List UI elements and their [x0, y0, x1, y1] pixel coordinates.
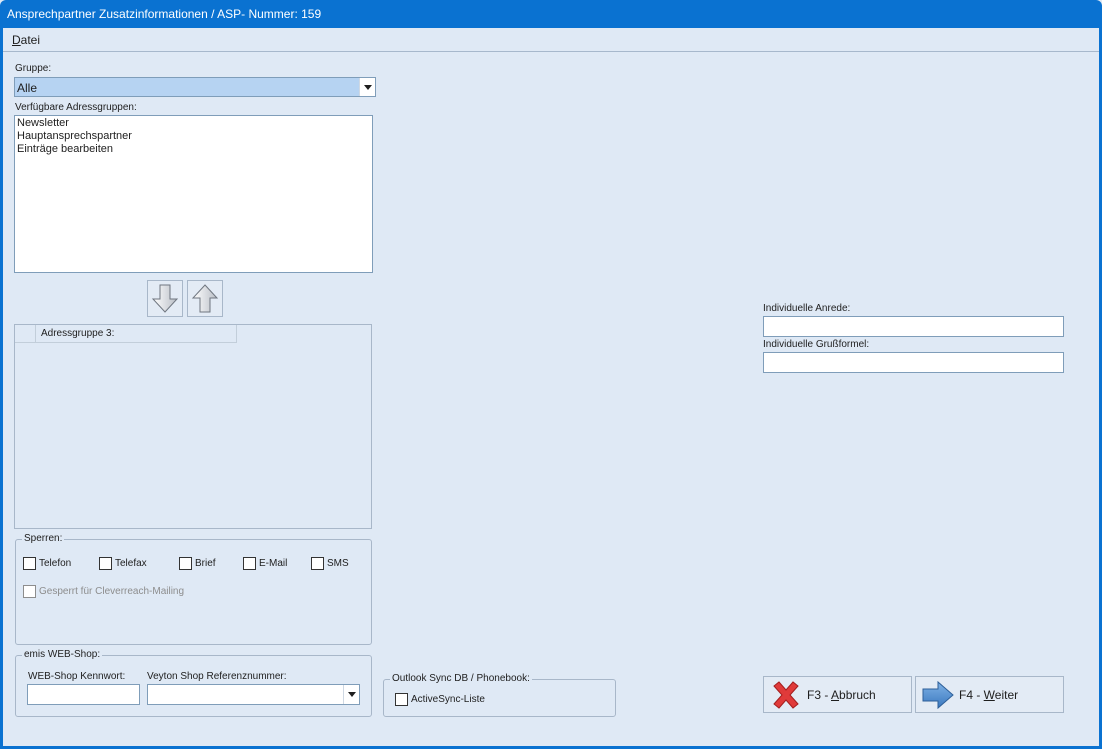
shop-reference-label: Veyton Shop Referenznummer: — [147, 671, 287, 682]
cancel-accelerator: A — [831, 687, 840, 702]
dropdown-arrow-icon[interactable] — [359, 78, 375, 96]
title-bar: Ansprechpartner Zusatzinformationen / AS… — [0, 0, 1102, 28]
webshop-password-field[interactable] — [27, 684, 140, 705]
telefax-checkbox[interactable]: Telefax — [99, 557, 147, 570]
move-up-button[interactable] — [187, 280, 223, 317]
arrow-up-icon — [191, 284, 219, 313]
menu-bar: Datei — [3, 28, 1099, 52]
salutation-label: Individuelle Anrede: — [763, 303, 851, 314]
activesync-label: ActiveSync-Liste — [411, 694, 485, 705]
list-item[interactable]: Einträge bearbeiten — [17, 143, 370, 156]
email-checkbox[interactable]: E-Mail — [243, 557, 287, 570]
greeting-label: Individuelle Grußformel: — [763, 339, 870, 350]
arrow-down-icon — [151, 284, 179, 313]
activesync-checkbox[interactable]: ActiveSync-Liste — [395, 693, 485, 706]
arrow-right-icon — [922, 680, 954, 709]
email-label: E-Mail — [259, 558, 288, 569]
sperren-legend: Sperren: — [22, 533, 65, 544]
sms-label: SMS — [327, 558, 349, 569]
list-item[interactable]: Newsletter — [17, 117, 370, 130]
window-title: Ansprechpartner Zusatzinformationen / AS… — [7, 7, 322, 21]
grid-column-header[interactable]: Adressgruppe 3: — [36, 325, 237, 343]
sms-checkbox[interactable]: SMS — [311, 557, 349, 570]
telefon-label: Telefon — [39, 558, 72, 569]
cleverreach-label: Gesperrt für Cleverreach-Mailing — [39, 586, 185, 597]
salutation-field[interactable] — [763, 316, 1064, 337]
group-label: Gruppe: — [15, 63, 52, 74]
greeting-field[interactable] — [763, 352, 1064, 373]
list-item[interactable]: Hauptansprechspartner — [17, 130, 370, 143]
outlook-legend: Outlook Sync DB / Phonebook: — [390, 673, 532, 684]
cancel-prefix: F3 - — [807, 687, 832, 702]
available-groups-label: Verfügbare Adressgruppen: — [15, 102, 137, 113]
next-prefix: F4 - — [959, 687, 984, 702]
brief-checkbox[interactable]: Brief — [179, 557, 216, 570]
webshop-legend: emis WEB-Shop: — [22, 649, 103, 660]
menu-file-accelerator: D — [12, 33, 21, 47]
menu-file[interactable]: Datei — [12, 33, 40, 47]
telefon-checkbox[interactable]: Telefon — [23, 557, 71, 570]
group-dropdown-value: Alle — [17, 81, 38, 95]
cancel-label: bbruch — [839, 687, 876, 702]
brief-label: Brief — [195, 558, 216, 569]
group-dropdown[interactable]: Alle — [14, 77, 376, 97]
next-button[interactable]: F4 - Weiter — [915, 676, 1064, 713]
available-groups-list[interactable]: Newsletter Hauptansprechspartner Einträg… — [14, 115, 373, 273]
dropdown-arrow-icon[interactable] — [343, 685, 359, 704]
grid-row-header — [15, 325, 36, 343]
next-accelerator: W — [983, 687, 995, 702]
webshop-password-label: WEB-Shop Kennwort: — [28, 671, 126, 682]
next-label: eiter — [994, 687, 1019, 702]
address-group-grid[interactable]: Adressgruppe 3: — [14, 324, 372, 529]
move-down-button[interactable] — [147, 280, 183, 317]
window-border-left — [0, 28, 3, 749]
cancel-x-icon — [773, 680, 799, 709]
cancel-button[interactable]: F3 - Abbruch — [763, 676, 912, 713]
shop-reference-dropdown[interactable] — [147, 684, 360, 705]
cleverreach-checkbox: Gesperrt für Cleverreach-Mailing — [23, 585, 184, 598]
telefax-label: Telefax — [115, 558, 147, 569]
menu-file-label: atei — [20, 33, 41, 47]
